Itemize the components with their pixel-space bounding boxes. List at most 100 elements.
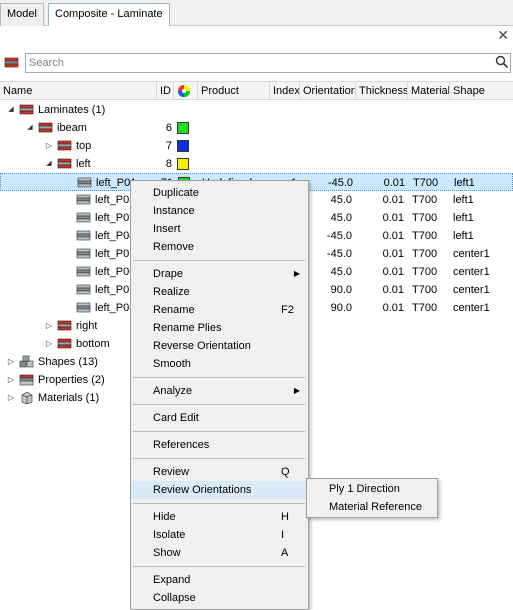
tree-node-top[interactable]: ▷ top 7 [0, 137, 513, 155]
column-orientation[interactable]: Orientation [300, 82, 356, 100]
menu-item-label: Card Edit [153, 412, 199, 424]
orientation-cell: 90.0 [330, 284, 352, 296]
column-index-label: Index [273, 85, 300, 97]
laminate-filter-icon[interactable] [2, 53, 22, 73]
tree-node-left[interactable]: ◢ left 8 [0, 155, 513, 173]
ply-icon [76, 193, 92, 207]
properties-icon [19, 373, 35, 387]
tree-node-ibeam[interactable]: ◢ ibeam 6 [0, 119, 513, 137]
menu-item-realize[interactable]: Realize [131, 283, 308, 301]
expand-arrow-icon[interactable]: ▷ [44, 317, 54, 335]
laminate-icon [57, 157, 73, 171]
ply-icon [76, 283, 92, 297]
menu-item-instance[interactable]: Instance [131, 202, 308, 220]
thickness-cell: 0.01 [382, 302, 404, 314]
expand-arrow-icon[interactable]: ▷ [6, 371, 16, 389]
ply-icon [76, 247, 92, 261]
expand-arrow-icon[interactable]: ▷ [6, 353, 16, 371]
menu-item-drape[interactable]: Drape ▶ [131, 265, 308, 283]
material-cell: T700 [413, 177, 439, 189]
review-orientations-submenu: Ply 1 Direction Material Reference [306, 478, 438, 518]
column-id[interactable]: ID [157, 82, 174, 100]
menu-item-label: Isolate [153, 529, 186, 541]
submenu-item-material-reference[interactable]: Material Reference [307, 498, 437, 516]
collapse-arrow-icon[interactable]: ◢ [44, 155, 54, 173]
menu-item-insert[interactable]: Insert [131, 220, 308, 238]
laminate-icon [57, 337, 73, 351]
menu-item-review[interactable]: Review Q [131, 463, 308, 481]
column-index[interactable]: Index [270, 82, 300, 100]
menu-item-rename[interactable]: Rename F2 [131, 301, 308, 319]
color-swatch[interactable] [177, 140, 189, 152]
shapes-icon [19, 355, 35, 369]
menu-item-show[interactable]: Show A [131, 544, 308, 562]
collapse-arrow-icon[interactable]: ◢ [25, 119, 35, 137]
laminate-icon [57, 139, 73, 153]
menu-separator [133, 260, 305, 261]
menu-item-label: Smooth [153, 358, 191, 370]
menu-item-label: References [153, 439, 210, 451]
id-cell: 7 [165, 140, 172, 152]
id-cell: 8 [165, 158, 172, 170]
menu-item-reverse-orientation[interactable]: Reverse Orientation [131, 337, 308, 355]
menu-separator [133, 458, 305, 459]
tree-node-laminates-1[interactable]: ◢ Laminates (1) [0, 101, 513, 119]
menu-item-expand[interactable]: Expand [131, 571, 308, 589]
shape-cell: left1 [453, 194, 474, 206]
collapse-arrow-icon[interactable]: ◢ [6, 101, 16, 119]
submenu-item-ply-1-direction[interactable]: Ply 1 Direction [307, 480, 437, 498]
tab-model[interactable]: Model [0, 3, 44, 26]
tree-label: top [76, 140, 92, 152]
color-swatch[interactable] [177, 122, 189, 134]
menu-shortcut: A [281, 547, 289, 559]
tree-label: bottom [76, 338, 110, 350]
menu-item-label: Collapse [153, 592, 196, 604]
expand-arrow-icon[interactable]: ▷ [44, 335, 54, 353]
menu-item-references[interactable]: References [131, 436, 308, 454]
material-cell: T700 [412, 302, 438, 314]
menu-item-label: Rename Plies [153, 322, 222, 334]
column-material[interactable]: Material [408, 82, 450, 100]
expand-arrow-icon[interactable]: ▷ [44, 137, 54, 155]
shape-cell: center1 [453, 302, 490, 314]
ply-icon [76, 301, 92, 315]
menu-item-remove[interactable]: Remove [131, 238, 308, 256]
search-input[interactable] [25, 53, 511, 73]
menu-separator [133, 431, 305, 432]
menu-item-label: Remove [153, 241, 194, 253]
close-icon[interactable]: ✕ [497, 27, 509, 44]
column-product[interactable]: Product [198, 82, 270, 100]
thickness-cell: 0.01 [382, 284, 404, 296]
shape-cell: center1 [453, 284, 490, 296]
menu-item-hide[interactable]: Hide H [131, 508, 308, 526]
menu-item-card-edit[interactable]: Card Edit [131, 409, 308, 427]
menu-item-label: Drape [153, 268, 183, 280]
menu-item-collapse[interactable]: Collapse [131, 589, 308, 607]
column-shape[interactable]: Shape [450, 82, 513, 100]
id-cell: 6 [165, 122, 172, 134]
menu-item-review-orientations[interactable]: Review Orientations [131, 481, 308, 499]
ply-icon [76, 211, 92, 225]
menu-item-label: Duplicate [153, 187, 199, 199]
tab-composite-laminate[interactable]: Composite - Laminate [48, 3, 170, 27]
shape-cell: center1 [453, 248, 490, 260]
menu-item-isolate[interactable]: Isolate I [131, 526, 308, 544]
column-name[interactable]: Name [0, 82, 157, 100]
thickness-cell: 0.01 [382, 266, 404, 278]
material-cell: T700 [412, 212, 438, 224]
column-thickness[interactable]: Thickness [356, 82, 408, 100]
color-swatch[interactable] [177, 158, 189, 170]
material-cell: T700 [412, 194, 438, 206]
thickness-cell: 0.01 [382, 194, 404, 206]
column-color[interactable] [174, 82, 198, 100]
menu-item-smooth[interactable]: Smooth [131, 355, 308, 373]
menu-item-analyze[interactable]: Analyze ▶ [131, 382, 308, 400]
orientation-cell: -45.0 [326, 230, 352, 242]
menu-item-duplicate[interactable]: Duplicate [131, 184, 308, 202]
menu-item-label: Insert [153, 223, 181, 235]
expand-arrow-icon[interactable]: ▷ [6, 389, 16, 407]
menu-item-rename-plies[interactable]: Rename Plies [131, 319, 308, 337]
materials-icon [19, 391, 35, 405]
search-icon[interactable] [495, 55, 509, 72]
orientation-cell: 45.0 [330, 194, 352, 206]
